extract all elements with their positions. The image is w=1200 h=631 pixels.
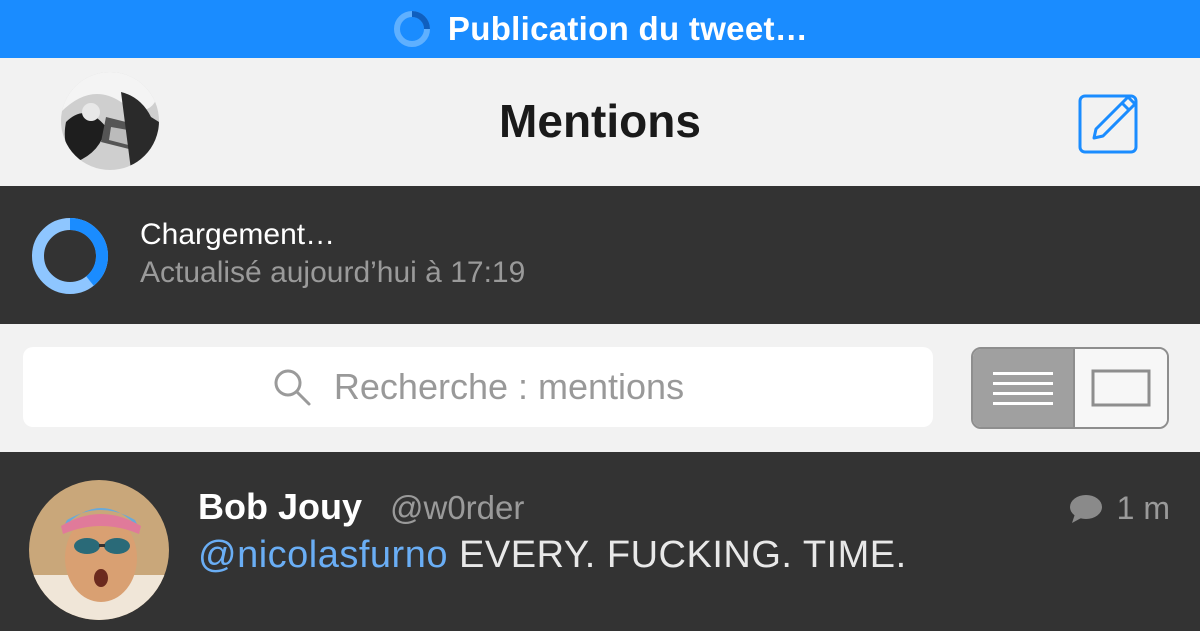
compose-icon[interactable] [1076,88,1144,156]
mention-link[interactable]: @nicolasfurno [198,534,448,576]
card-view-icon [1091,369,1151,407]
search-icon [274,369,311,406]
refresh-banner [0,186,1200,324]
tweet-timestamp: 1 m [1116,490,1170,526]
page-title: Mentions [499,95,701,147]
list-view-icon [993,372,1053,405]
spinner-icon [393,11,430,47]
loading-title: Chargement… [140,218,336,251]
list-view-button[interactable] [973,349,1073,427]
view-mode-toggle [971,347,1169,429]
reply-bubble-icon [1069,494,1102,523]
tweet-author-name[interactable]: Bob Jouy [198,486,362,528]
tweet-author-avatar[interactable] [29,480,169,620]
tweet-body: EVERY. FUCKING. TIME. [447,534,907,576]
tweet-text: @nicolasfurno EVERY. FUCKING. TIME. [198,534,907,577]
loading-spinner-icon [32,218,109,294]
posting-status-text: Publication du tweet… [447,10,809,47]
last-updated-text: Actualisé aujourd’hui à 17:19 [140,256,526,289]
card-view-button[interactable] [1073,349,1167,427]
tweet-meta: 1 m [1069,490,1170,527]
tweet-author-handle: @w0rder [390,489,525,526]
search-placeholder: Recherche : mentions [333,366,685,407]
search-input[interactable]: Recherche : mentions [23,347,933,427]
posting-status-bar: Publication du tweet… [0,0,1200,58]
